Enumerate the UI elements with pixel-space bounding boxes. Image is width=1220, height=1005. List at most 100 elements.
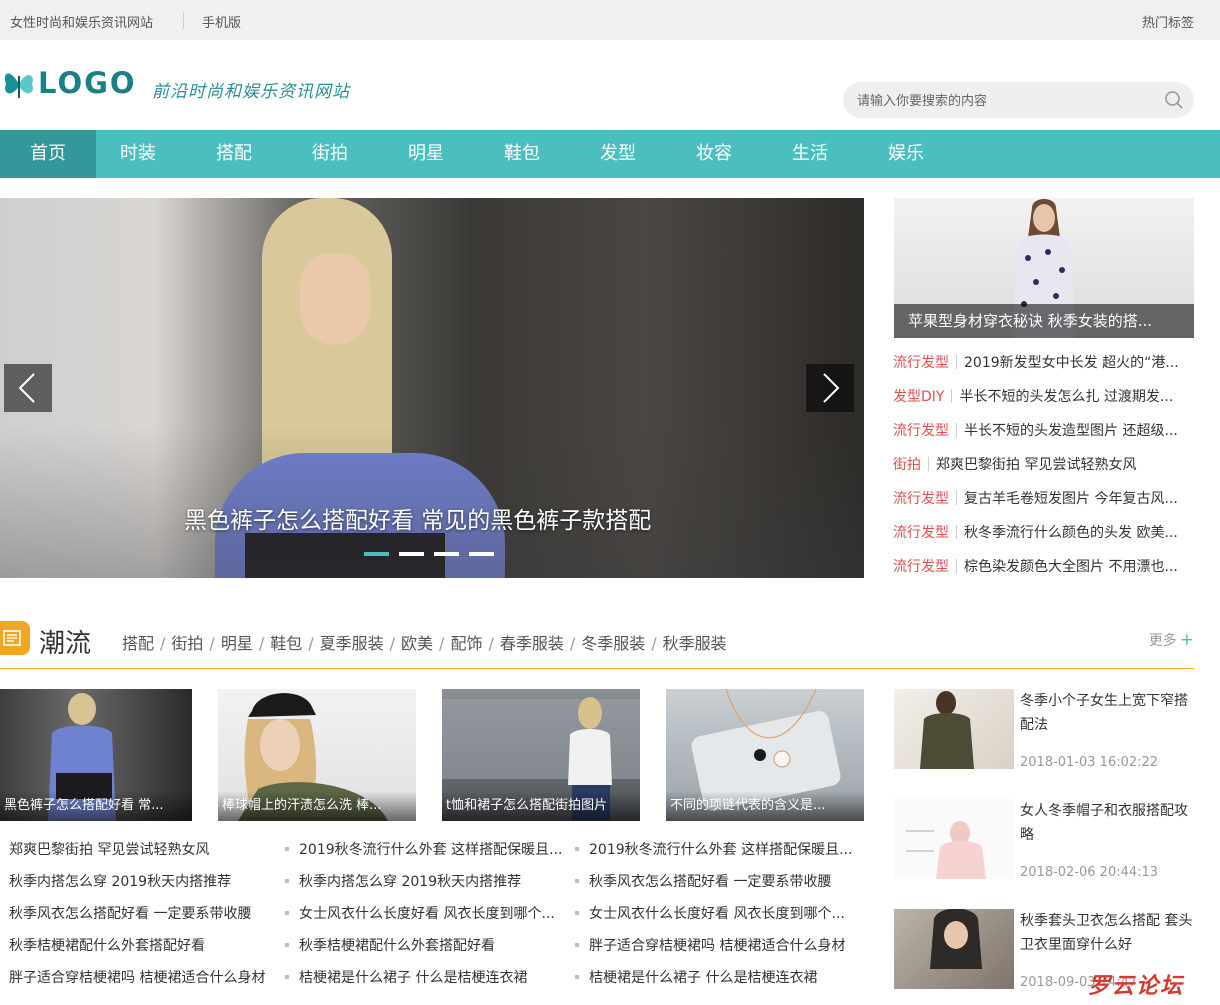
butterfly-logo-icon: [4, 73, 33, 98]
news-title[interactable]: 冬季小个子女生上宽下窄搭配法: [1020, 689, 1194, 737]
article-title[interactable]: 2019新发型女中长发 超火的“港...: [964, 355, 1179, 371]
feature-card[interactable]: 苹果型身材穿衣秘诀 秋季女装的搭...: [894, 198, 1194, 338]
article-title[interactable]: 半长不短的头发怎么扎 过渡期发...: [959, 389, 1173, 405]
thumbnail-caption: 棒球帽上的汗渍怎么洗 棒...: [218, 791, 416, 821]
article-title[interactable]: 棕色染发颜色大全图片 不用漂也...: [964, 559, 1178, 575]
nav-item-outfit[interactable]: 搭配: [186, 130, 282, 178]
category-label[interactable]: 流行发型: [893, 491, 949, 507]
section-icon: [0, 621, 30, 655]
news-item[interactable]: 女人冬季帽子和衣服搭配攻略 2018-02-06 20:44:13: [894, 799, 1194, 889]
plus-icon: +: [1179, 630, 1194, 650]
list-item[interactable]: 秋季风衣怎么搭配好看 一定要系带收腰: [575, 870, 855, 894]
nav-item-hairstyle[interactable]: 发型: [570, 130, 666, 178]
thumbnail-card[interactable]: 不同的项链代表的含义是...: [666, 689, 864, 821]
list-item[interactable]: 秋季内搭怎么穿 2019秋天内搭推荐: [9, 870, 289, 894]
tag-link[interactable]: 街拍: [171, 634, 203, 653]
list-item[interactable]: 秋季桔梗裙配什么外套搭配好看: [9, 934, 289, 958]
nav-item-shoes-bags[interactable]: 鞋包: [474, 130, 570, 178]
nav-item-life[interactable]: 生活: [762, 130, 858, 178]
tag-link[interactable]: 夏季服装: [320, 634, 384, 653]
list-item[interactable]: 胖子适合穿桔梗裙吗 桔梗裙适合什么身材: [9, 966, 289, 990]
list-item[interactable]: 秋季内搭怎么穿 2019秋天内搭推荐: [285, 870, 565, 894]
list-item[interactable]: 2019秋冬流行什么外套 这样搭配保暖且...: [285, 838, 565, 862]
thumbnail-caption: t恤和裙子怎么搭配街拍图片: [442, 791, 640, 821]
article-title[interactable]: 郑爽巴黎街拍 罕见尝试轻熟女风: [936, 457, 1136, 473]
hot-tags-link[interactable]: 热门标签: [1142, 12, 1194, 31]
thumbnail-card[interactable]: 黑色裤子怎么搭配好看 常...: [0, 689, 192, 821]
tag-link[interactable]: 春季服装: [500, 634, 564, 653]
category-label[interactable]: 流行发型: [893, 423, 949, 439]
nav-item-makeup[interactable]: 妆容: [666, 130, 762, 178]
slider-dot-3[interactable]: [434, 552, 459, 556]
list-item[interactable]: 街拍 郑爽巴黎街拍 罕见尝试轻熟女风: [893, 454, 1193, 476]
top-bar: 女性时尚和娱乐资讯网站 手机版 热门标签: [0, 0, 1220, 40]
article-title[interactable]: 秋冬季流行什么颜色的头发 欧美...: [964, 525, 1178, 541]
tag-link[interactable]: 明星: [221, 634, 253, 653]
list-item[interactable]: 流行发型 2019新发型女中长发 超火的“港...: [893, 352, 1193, 374]
logo[interactable]: LOGO: [2, 64, 142, 104]
list-item[interactable]: 秋季风衣怎么搭配好看 一定要系带收腰: [9, 902, 289, 926]
chevron-left-icon: [18, 373, 35, 403]
nav-item-home[interactable]: 首页: [0, 130, 96, 178]
list-item[interactable]: 秋季桔梗裙配什么外套搭配好看: [285, 934, 565, 958]
main-nav: 首页 时装 搭配 街拍 明星 鞋包 发型 妆容 生活 娱乐: [0, 130, 1220, 178]
category-label[interactable]: 流行发型: [893, 525, 949, 541]
search-input[interactable]: [857, 90, 1147, 110]
slider-dot-4[interactable]: [469, 552, 494, 556]
news-item[interactable]: 冬季小个子女生上宽下窄搭配法 2018-01-03 16:02:22: [894, 689, 1194, 779]
news-title[interactable]: 秋季套头卫衣怎么搭配 套头卫衣里面穿什么好: [1020, 909, 1194, 957]
article-title[interactable]: 复古羊毛卷短发图片 今年复古风...: [964, 491, 1178, 507]
slider-prev-button[interactable]: [4, 364, 52, 412]
site-slogan: 前沿时尚和娱乐资讯网站: [152, 82, 350, 102]
nav-item-entertainment[interactable]: 娱乐: [858, 130, 954, 178]
divider: [183, 12, 184, 29]
list-item[interactable]: 胖子适合穿桔梗裙吗 桔梗裙适合什么身材: [575, 934, 855, 958]
list-item[interactable]: 桔梗裙是什么裙子 什么是桔梗连衣裙: [575, 966, 855, 990]
nav-item-fashion[interactable]: 时装: [90, 130, 186, 178]
list-item[interactable]: 流行发型 半长不短的头发造型图片 还超级...: [893, 420, 1193, 442]
category-label[interactable]: 街拍: [893, 457, 921, 473]
more-link[interactable]: 更多 +: [1149, 630, 1194, 650]
list-item[interactable]: 流行发型 秋冬季流行什么颜色的头发 欧美...: [893, 522, 1193, 544]
tag-link[interactable]: 搭配: [122, 634, 154, 653]
tag-link[interactable]: 鞋包: [270, 634, 302, 653]
hero-caption[interactable]: 黑色裤子怎么搭配好看 常见的黑色裤子款搭配: [184, 501, 651, 535]
list-item[interactable]: 2019秋冬流行什么外套 这样搭配保暖且...: [575, 838, 855, 862]
thumbnail-caption: 黑色裤子怎么搭配好看 常...: [0, 791, 192, 821]
slider-dot-1[interactable]: [364, 552, 389, 556]
section-title: 潮流: [39, 629, 92, 659]
news-date: 2018-02-06 20:44:13: [1020, 865, 1159, 880]
news-title[interactable]: 女人冬季帽子和衣服搭配攻略: [1020, 799, 1194, 847]
tag-link[interactable]: 秋季服装: [663, 634, 727, 653]
forum-watermark: 罗云论坛: [1088, 973, 1185, 999]
mobile-version-link[interactable]: 手机版: [202, 12, 241, 31]
thumbnail-caption: 不同的项链代表的含义是...: [666, 791, 864, 821]
category-label[interactable]: 流行发型: [893, 355, 949, 371]
thumbnail-card[interactable]: t恤和裙子怎么搭配街拍图片: [442, 689, 640, 821]
list-item[interactable]: 桔梗裙是什么裙子 什么是桔梗连衣裙: [285, 966, 565, 990]
list-item[interactable]: 发型DIY 半长不短的头发怎么扎 过渡期发...: [893, 386, 1193, 408]
slider-next-button[interactable]: [806, 364, 854, 412]
list-item[interactable]: 女士风衣什么长度好看 风衣长度到哪个...: [575, 902, 855, 926]
list-item[interactable]: 女士风衣什么长度好看 风衣长度到哪个...: [285, 902, 565, 926]
nav-item-street[interactable]: 街拍: [282, 130, 378, 178]
slider-dot-2[interactable]: [399, 552, 424, 556]
nav-item-stars[interactable]: 明星: [378, 130, 474, 178]
news-image: [894, 799, 1014, 879]
search-icon[interactable]: [1164, 90, 1184, 110]
list-item[interactable]: 流行发型 复古羊毛卷短发图片 今年复古风...: [893, 488, 1193, 510]
news-icon: [3, 630, 21, 646]
site-description-link[interactable]: 女性时尚和娱乐资讯网站: [10, 12, 153, 31]
news-image: [894, 909, 1014, 989]
tag-link[interactable]: 欧美: [401, 634, 433, 653]
thumbnail-card[interactable]: 棒球帽上的汗渍怎么洗 棒...: [218, 689, 416, 821]
search-box: [843, 82, 1194, 118]
list-item[interactable]: 郑爽巴黎街拍 罕见尝试轻熟女风: [9, 838, 289, 862]
category-label[interactable]: 流行发型: [893, 559, 949, 575]
tag-link[interactable]: 冬季服装: [581, 634, 645, 653]
hero-slider[interactable]: 黑色裤子怎么搭配好看 常见的黑色裤子款搭配: [0, 198, 864, 578]
category-label[interactable]: 发型DIY: [893, 389, 944, 405]
article-title[interactable]: 半长不短的头发造型图片 还超级...: [964, 423, 1178, 439]
tag-link[interactable]: 配饰: [450, 634, 482, 653]
list-item[interactable]: 流行发型 棕色染发颜色大全图片 不用漂也...: [893, 556, 1193, 578]
